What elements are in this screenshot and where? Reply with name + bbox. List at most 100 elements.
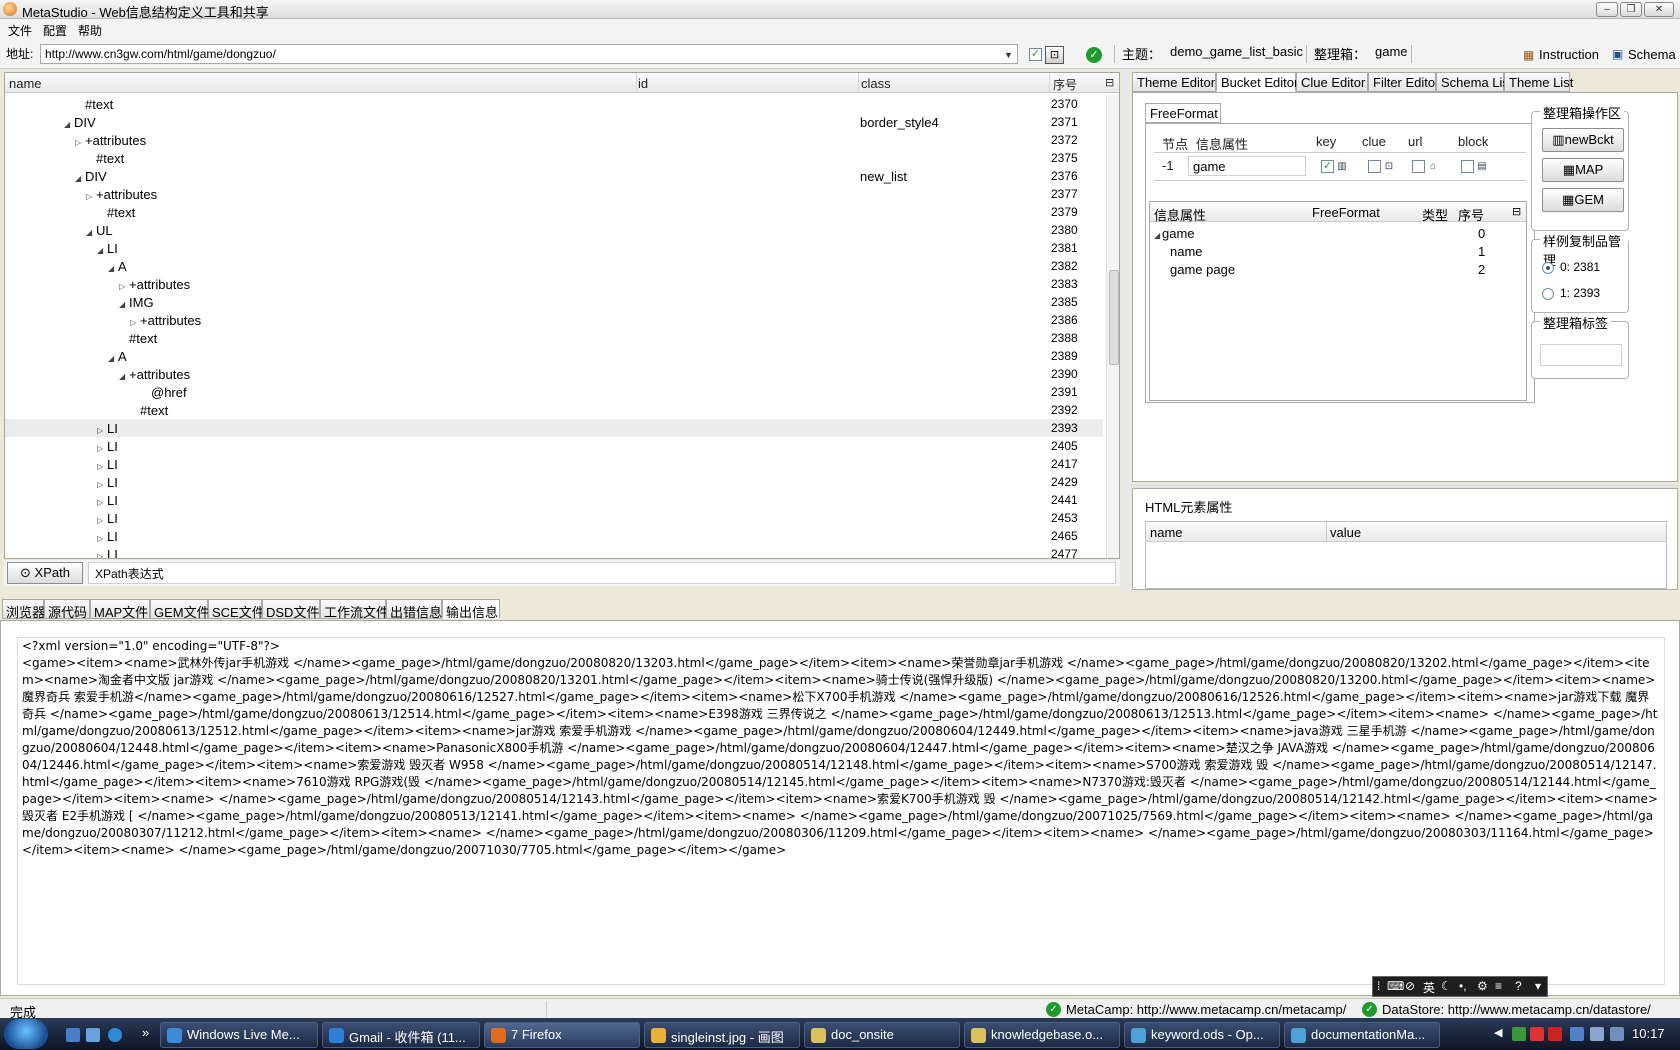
expander-icon[interactable]: ▷ <box>97 480 107 489</box>
col-name-header[interactable]: name <box>9 76 42 91</box>
key-icon[interactable]: ▥ <box>1335 160 1349 174</box>
taskbar-item[interactable]: keyword.ods - Op... <box>1124 1022 1280 1048</box>
expander-icon[interactable]: ◢ <box>108 264 118 273</box>
tree-row[interactable]: #text 2375 <box>5 149 1103 167</box>
bottom-tab[interactable]: SCE文件 <box>208 599 265 620</box>
prop-col-type[interactable]: 类型 <box>1422 205 1448 224</box>
grip-icon[interactable]: ⁞ <box>1377 979 1380 993</box>
help-icon[interactable]: ? <box>1515 979 1522 993</box>
expander-icon[interactable]: ▷ <box>130 318 140 327</box>
ime-lang[interactable]: 英 <box>1423 979 1435 996</box>
block-checkbox[interactable] <box>1461 160 1474 173</box>
expander-icon[interactable]: ◢ <box>86 228 96 237</box>
expander-icon[interactable]: ▷ <box>119 282 129 291</box>
tree-row[interactable]: @href 2391 <box>5 383 1103 401</box>
col-id-header[interactable]: id <box>638 76 648 91</box>
sample-radio-1[interactable] <box>1542 288 1554 300</box>
column-chooser-icon[interactable]: ⊟ <box>1105 76 1114 89</box>
expander-icon[interactable]: ▷ <box>97 552 107 558</box>
tree-row[interactable]: ◢ +attributes 2390 <box>5 365 1103 383</box>
expander-icon[interactable]: ◢ <box>119 372 129 381</box>
tree-row[interactable]: #text 2370 <box>5 95 1103 113</box>
new-bucket-button[interactable]: ▥newBckt <box>1542 128 1624 152</box>
taskbar-item[interactable]: Gmail - 收件箱 (11... <box>322 1022 480 1048</box>
expander-icon[interactable]: ◢ <box>1154 231 1162 240</box>
tree-row[interactable]: ▷ LI 2477 <box>5 545 1103 558</box>
chevron-down-icon[interactable]: ▼ <box>1004 50 1013 60</box>
expander-icon[interactable]: ▷ <box>75 138 85 147</box>
menu-help[interactable]: 帮助 <box>78 22 102 39</box>
expander-icon[interactable]: ▷ <box>97 516 107 525</box>
property-row[interactable]: ◢ game 0 <box>1150 224 1526 242</box>
bottom-tab[interactable]: 输出信息 <box>442 599 500 620</box>
bottom-tab[interactable]: 工作流文件 <box>320 599 389 620</box>
tag-input[interactable] <box>1540 344 1622 366</box>
bottom-tab[interactable]: GEM文件 <box>150 599 210 620</box>
tab-bucket-editor[interactable]: Bucket Editor <box>1216 72 1298 92</box>
prop-col-ff[interactable]: FreeFormat <box>1312 205 1380 220</box>
tree-row[interactable]: ▷ +attributes 2377 <box>5 185 1103 203</box>
tab-freeformat[interactable]: FreeFormat <box>1145 103 1221 123</box>
tree-row[interactable]: ▷ +attributes 2372 <box>5 131 1103 149</box>
prop-col-info[interactable]: 信息属性 <box>1154 205 1206 224</box>
vertical-splitter[interactable] <box>1122 70 1130 590</box>
expander-icon[interactable]: ◢ <box>119 300 129 309</box>
monitor-icon[interactable] <box>1570 1027 1584 1041</box>
tree-row[interactable]: ◢ A 2389 <box>5 347 1103 365</box>
expander-icon[interactable]: ◢ <box>97 246 107 255</box>
clue-checkbox[interactable] <box>1368 160 1381 173</box>
expander-icon[interactable]: ▷ <box>97 462 107 471</box>
antivirus-icon[interactable] <box>1530 1027 1544 1041</box>
col-class-header[interactable]: class <box>861 76 891 91</box>
instruction-link[interactable]: Instruction <box>1539 47 1599 62</box>
tree-row[interactable]: #text 2392 <box>5 401 1103 419</box>
tab-clue-editor[interactable]: Clue Editor <box>1296 72 1368 92</box>
tree-row[interactable]: ▷ +attributes 2386 <box>5 311 1103 329</box>
expander-icon[interactable]: ◢ <box>64 120 74 129</box>
bottom-tab[interactable]: 出错信息 <box>386 599 442 620</box>
keyboard-icon[interactable]: ⌨ <box>1387 979 1404 993</box>
tree-row[interactable]: ▷ LI 2453 <box>5 509 1103 527</box>
html-prop-col-name[interactable]: name <box>1150 525 1183 540</box>
tree-row[interactable]: ◢ DIV new_list 2376 <box>5 167 1103 185</box>
column-chooser-icon[interactable]: ⊟ <box>1512 205 1521 218</box>
map-button[interactable]: ▦MAP <box>1542 158 1624 182</box>
bottom-tab[interactable]: 浏览器 <box>2 599 45 620</box>
expander-icon[interactable]: ▷ <box>97 498 107 507</box>
tree-row[interactable]: #text 2379 <box>5 203 1103 221</box>
property-row[interactable]: game page 2 <box>1150 260 1526 278</box>
tab-filter-editor[interactable]: Filter Editor <box>1368 72 1439 92</box>
key-checkbox[interactable]: ✓ <box>1321 160 1334 173</box>
html-prop-col-value[interactable]: value <box>1330 525 1361 540</box>
metacamp-link[interactable]: MetaCamp: http://www.metacamp.cn/metacam… <box>1066 1002 1346 1017</box>
bottom-tab[interactable]: MAP文件 <box>90 599 150 620</box>
moon-icon[interactable]: ☾ <box>1441 979 1452 993</box>
address-input[interactable]: http://www.cn3gw.com/html/game/dongzuo/ <box>40 44 1018 64</box>
tab-theme-list[interactable]: Theme List <box>1504 72 1573 92</box>
no-icon[interactable]: ⊘ <box>1405 979 1415 993</box>
tree-row[interactable]: ◢ IMG 2385 <box>5 293 1103 311</box>
property-row[interactable]: name 1 <box>1150 242 1526 260</box>
tree-row[interactable]: ▷ LI 2417 <box>5 455 1103 473</box>
url-checkbox[interactable] <box>1412 160 1425 173</box>
security-icon[interactable] <box>1548 1027 1562 1041</box>
taskbar-item[interactable]: singleinst.jpg - 画图 <box>644 1022 800 1048</box>
clue-icon[interactable]: ⊡ <box>1382 160 1396 174</box>
punct-icon[interactable]: •, <box>1459 979 1467 993</box>
tool-icon[interactable]: ⚙ <box>1477 979 1488 993</box>
maximize-button[interactable]: ❐ <box>1620 2 1642 17</box>
col-seq-header[interactable]: 序号 <box>1053 76 1077 93</box>
taskbar-item[interactable]: documentationMa... <box>1284 1022 1440 1048</box>
tree-row[interactable]: ◢ A 2382 <box>5 257 1103 275</box>
explorer-icon[interactable] <box>86 1028 100 1042</box>
check-ok-icon[interactable]: ✓ <box>1086 47 1102 63</box>
tree-row[interactable]: ▷ LI 2441 <box>5 491 1103 509</box>
chevron-left-icon[interactable]: ◀ <box>1494 1026 1502 1039</box>
expander-icon[interactable]: ▷ <box>86 192 96 201</box>
taskbar-item[interactable]: knowledgebase.o... <box>964 1022 1120 1048</box>
tab-theme-editor[interactable]: Theme Editor <box>1132 72 1216 92</box>
scrollbar-thumb[interactable] <box>1109 270 1119 365</box>
datastore-link[interactable]: DataStore: http://www.metacamp.cn/datast… <box>1382 1002 1651 1017</box>
expander-icon[interactable]: ▷ <box>97 444 107 453</box>
capture-button[interactable]: ⊡ <box>1045 46 1064 64</box>
